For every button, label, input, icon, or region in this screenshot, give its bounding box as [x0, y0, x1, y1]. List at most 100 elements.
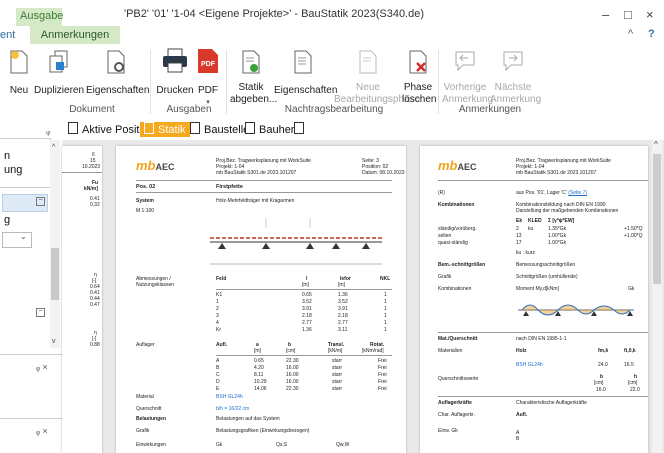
table-header: ft,0,k: [624, 348, 636, 354]
tab-anmerkungen[interactable]: Anmerkungen: [30, 26, 120, 44]
neu-button[interactable]: Neu: [8, 50, 30, 97]
rule: [136, 192, 392, 193]
material-link[interactable]: BSH GL24h: [516, 362, 543, 368]
logo-aec: AEC: [457, 162, 477, 172]
table-cell: C: [216, 372, 220, 378]
tab-statik[interactable]: Statik: [140, 122, 190, 137]
tab-partial[interactable]: ent: [0, 29, 15, 41]
section-label: Querschnitt: [136, 406, 162, 412]
table-cell: 16.00: [286, 379, 299, 385]
table-cell: 8.11: [254, 372, 264, 378]
table-cell: 3.91: [338, 306, 348, 312]
table-unit: [m]: [254, 348, 261, 354]
table-cell: K1: [216, 292, 223, 298]
logo-aec: AEC: [155, 162, 175, 172]
panel-scrollbar[interactable]: [50, 140, 60, 348]
table-cell: ständig/vorüberg.: [438, 226, 477, 232]
cross-section-link[interactable]: b/h = 16/22 cm: [216, 406, 249, 412]
page-icon: [245, 122, 255, 134]
maximize-button[interactable]: □: [624, 8, 632, 22]
collapse-icon[interactable]: −: [36, 308, 45, 317]
eigenschaften-button[interactable]: Eigenschaften: [86, 50, 149, 97]
text: 0.88: [90, 342, 100, 348]
eigenschaften2-label: Eigenschaften: [274, 85, 338, 96]
preview-scroll-thumb[interactable]: [653, 154, 661, 284]
page-link[interactable]: (Seite 7): [568, 190, 587, 196]
neue-label-1: Neue: [356, 82, 380, 93]
table-cell: 16.0: [596, 387, 606, 393]
panel-scroll-thumb[interactable]: [51, 248, 59, 300]
duplizieren-label: Duplizieren: [34, 85, 85, 96]
eigenschaften-nachtrag-button[interactable]: Eigenschaften: [274, 50, 338, 97]
scroll-up-icon[interactable]: ^: [654, 140, 658, 149]
section-text: nach DIN EN 1995-1-1: [516, 336, 567, 342]
section-text: Moment My,d[kNm]: [516, 286, 559, 292]
vorherige-anmerkung-button[interactable]: Vorherige Anmerkung: [442, 50, 493, 106]
table-cell: 3.91: [302, 306, 312, 312]
mbaec-logo: mbAEC: [136, 158, 175, 173]
table-cell: A: [216, 358, 220, 364]
logo-mb: mb: [438, 158, 458, 173]
panel-pin-close-icon[interactable]: ᵩ ×: [36, 362, 48, 372]
help-icon[interactable]: ?: [648, 28, 655, 40]
context-tab-ausgabe[interactable]: Ausgabe: [16, 8, 63, 26]
neue-bearbeitungsphase-button[interactable]: Neue Bearbeitungsphase: [334, 50, 420, 106]
phase-label-1: Phase: [403, 82, 433, 93]
position-label: Pos. 02: [136, 184, 156, 190]
panel-dropdown[interactable]: [2, 232, 32, 248]
pdf-button[interactable]: PDF PDF ▾: [196, 48, 220, 109]
scroll-up-icon[interactable]: ^: [52, 144, 55, 151]
section-label: Querschnittswerte: [438, 376, 479, 382]
header-line: mb BauStatik S301.de 2023.101207: [516, 170, 597, 176]
chevron-down-icon[interactable]: ⌄: [20, 232, 27, 241]
mbaec-logo: mbAEC: [438, 158, 477, 173]
drucken-button[interactable]: Drucken: [156, 48, 194, 97]
table-cell: Frei: [378, 372, 387, 378]
close-button[interactable]: ×: [646, 8, 654, 22]
section-label: Auflagerkräfte: [438, 400, 472, 406]
collapse-ribbon-icon[interactable]: ^: [628, 28, 633, 40]
table-cell: 1.36: [302, 327, 312, 333]
scroll-down-icon[interactable]: v: [52, 338, 56, 345]
phase-loeschen-button[interactable]: Phase löschen: [402, 50, 436, 106]
left-panel: ᵩ n ung ^ v − g ⌄ − ᵩ × ᵩ ×: [0, 118, 63, 453]
table-cell: +1.50*Q: [624, 226, 643, 232]
minimize-button[interactable]: –: [602, 8, 609, 22]
table-cell: B: [216, 365, 220, 371]
properties-icon: [294, 50, 312, 74]
statik-abgeben-button[interactable]: Statik abgeben...: [230, 50, 277, 106]
delete-phase-icon: [409, 50, 427, 74]
pin-icon[interactable]: ᵩ: [46, 126, 50, 137]
section-text: Holz-Mehrfeldträger mit Kragarmen: [216, 198, 295, 204]
section-label: Bem.-schnittgrößen: [438, 262, 486, 268]
material-link[interactable]: BSH GL24h: [216, 394, 243, 400]
table-cell: 2: [516, 226, 519, 232]
section-label: System: [136, 198, 154, 204]
panel-pin-close-icon[interactable]: ᵩ ×: [36, 426, 48, 436]
naechste-anmerkung-button[interactable]: Nächste Anmerkung: [490, 50, 541, 106]
table-cell: 0.65: [254, 358, 264, 364]
table-cell: 2.18: [302, 313, 312, 319]
table-unit: [m]: [302, 282, 309, 288]
panel-frame: [0, 138, 51, 188]
text: 10.2023: [82, 164, 101, 170]
moment-diagram: [518, 304, 634, 316]
section-label: Grafik: [438, 274, 452, 280]
printer-icon: [163, 48, 187, 73]
duplizieren-button[interactable]: Duplizieren: [34, 50, 84, 97]
new-tab-button[interactable]: [294, 122, 308, 137]
rule: [438, 332, 648, 333]
table-cell: 16.00: [286, 365, 299, 371]
tab-bauherr[interactable]: Bauherr: [245, 122, 298, 137]
group-dokument: Dokument: [69, 104, 115, 115]
table-unit: [kN/m]: [328, 348, 343, 354]
page-partial: 6 15 10.2023 Fu kN/m] 0.41 0.32 η [-] 0.…: [62, 146, 102, 453]
tab-baustelle[interactable]: Baustelle: [190, 122, 249, 137]
table-cell: starr: [332, 386, 342, 392]
statik-label-1: Statik: [238, 82, 264, 93]
table-cell: Frei: [378, 386, 387, 392]
collapse-icon[interactable]: −: [36, 197, 45, 206]
section-label: (R): [438, 190, 445, 196]
rule: [438, 396, 648, 397]
table-cell: 1: [384, 320, 387, 326]
